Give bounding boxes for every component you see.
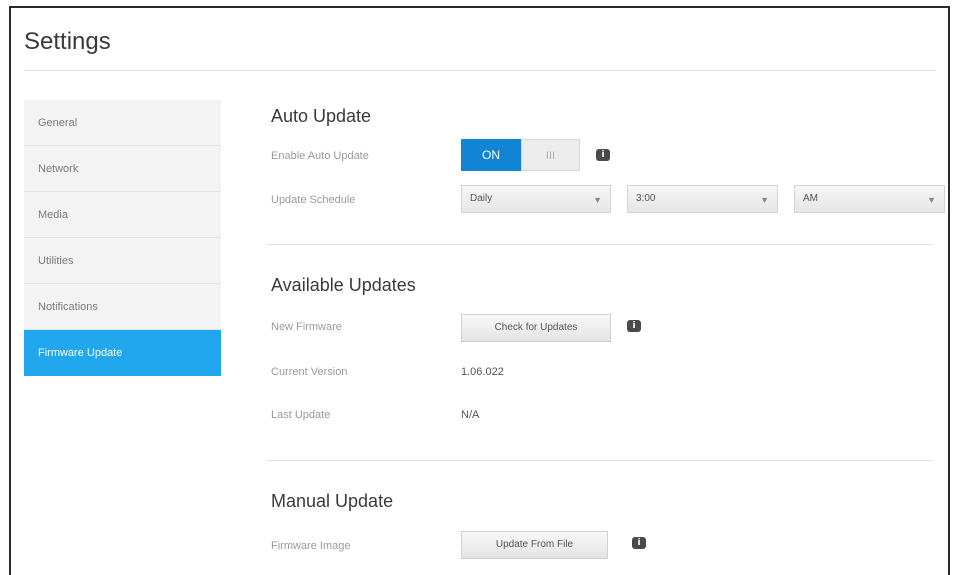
section-divider [266,460,932,461]
sidebar-item-notifications[interactable]: Notifications [24,284,221,330]
info-icon[interactable]: i [596,149,610,161]
sidebar-item-label: Notifications [38,301,98,313]
update-schedule-label: Update Schedule [271,194,356,206]
last-update-value: N/A [461,409,480,421]
sidebar-item-media[interactable]: Media [24,192,221,238]
schedule-time-select[interactable]: 3:00 ▼ [627,185,778,213]
toggle-off-state[interactable]: III [521,139,580,171]
sidebar-item-firmware-update[interactable]: Firmware Update [24,330,221,376]
info-icon[interactable]: i [632,537,646,549]
check-for-updates-button[interactable]: Check for Updates [461,314,611,342]
current-version-value: 1.06.022 [461,366,504,378]
settings-sidebar: General Network Media Utilities Notifica… [24,100,221,376]
current-version-label: Current Version [271,366,348,378]
auto-update-heading: Auto Update [271,106,372,126]
manual-update-heading: Manual Update [271,491,394,511]
sidebar-item-network[interactable]: Network [24,146,221,192]
auto-update-toggle[interactable]: ON III [461,139,580,171]
title-divider [24,70,936,71]
sidebar-item-label: General [38,117,78,129]
section-divider [266,244,932,245]
sidebar-item-label: Utilities [38,255,74,267]
toggle-on-state[interactable]: ON [461,139,521,171]
schedule-ampm-value: AM [803,193,818,204]
schedule-ampm-select[interactable]: AM ▼ [794,185,945,213]
new-firmware-label: New Firmware [271,321,342,333]
chevron-down-icon: ▼ [927,195,936,205]
update-from-file-button[interactable]: Update From File [461,531,608,559]
sidebar-item-label: Media [38,209,68,221]
last-update-label: Last Update [271,409,331,421]
chevron-down-icon: ▼ [593,195,602,205]
sidebar-item-label: Firmware Update [38,347,123,359]
schedule-day-value: Daily [470,193,493,204]
schedule-day-select[interactable]: Daily ▼ [461,185,611,213]
info-icon[interactable]: i [627,320,641,332]
available-updates-heading: Available Updates [271,275,416,295]
page-title: Settings [24,28,111,55]
sidebar-item-label: Network [38,163,79,175]
sidebar-item-general[interactable]: General [24,100,221,146]
firmware-image-label: Firmware Image [271,540,351,552]
sidebar-item-utilities[interactable]: Utilities [24,238,221,284]
schedule-time-value: 3:00 [636,193,656,204]
chevron-down-icon: ▼ [760,195,769,205]
enable-auto-update-label: Enable Auto Update [271,150,369,162]
